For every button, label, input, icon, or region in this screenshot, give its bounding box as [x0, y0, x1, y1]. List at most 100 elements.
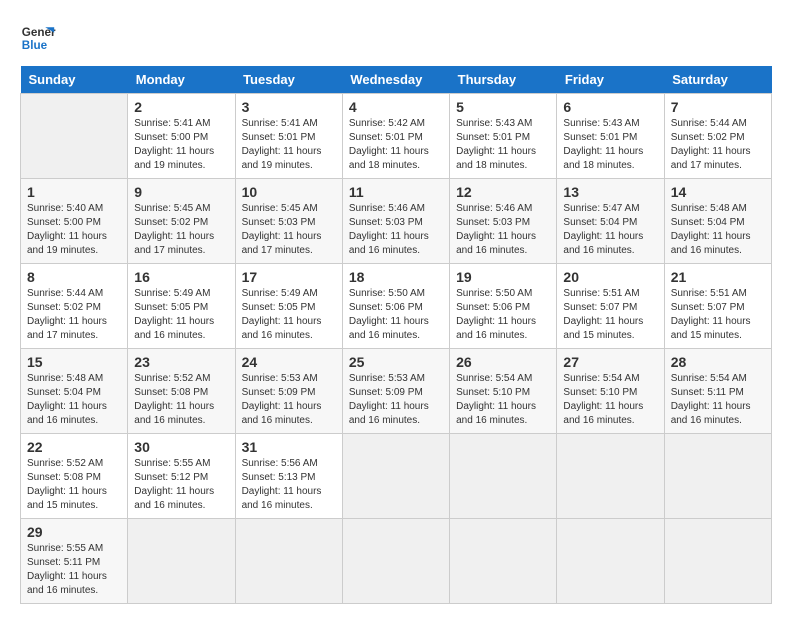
cell-content: Sunrise: 5:40 AM Sunset: 5:00 PM Dayligh… — [27, 202, 121, 258]
sunset: Sunset: 5:04 PM — [563, 217, 637, 228]
calendar-cell: 2 Sunrise: 5:41 AM Sunset: 5:00 PM Dayli… — [128, 94, 235, 179]
calendar-cell: 18 Sunrise: 5:50 AM Sunset: 5:06 PM Dayl… — [342, 264, 449, 349]
calendar-cell: 29 Sunrise: 5:55 AM Sunset: 5:11 PM Dayl… — [21, 519, 128, 604]
sunrise: Sunrise: 5:49 AM — [242, 288, 318, 299]
calendar-cell — [450, 434, 557, 519]
day-number: 23 — [134, 354, 228, 370]
sunrise: Sunrise: 5:41 AM — [134, 118, 210, 129]
sunrise: Sunrise: 5:51 AM — [671, 288, 747, 299]
calendar-cell: 24 Sunrise: 5:53 AM Sunset: 5:09 PM Dayl… — [235, 349, 342, 434]
calendar-cell — [342, 434, 449, 519]
sunrise: Sunrise: 5:43 AM — [563, 118, 639, 129]
daylight: Daylight: 11 hours and 15 minutes. — [563, 316, 643, 341]
day-number: 24 — [242, 354, 336, 370]
day-number: 19 — [456, 269, 550, 285]
cell-content: Sunrise: 5:41 AM Sunset: 5:00 PM Dayligh… — [134, 117, 228, 173]
cell-content: Sunrise: 5:43 AM Sunset: 5:01 PM Dayligh… — [456, 117, 550, 173]
sunset: Sunset: 5:04 PM — [27, 387, 101, 398]
daylight: Daylight: 11 hours and 19 minutes. — [27, 231, 107, 256]
cell-content: Sunrise: 5:45 AM Sunset: 5:03 PM Dayligh… — [242, 202, 336, 258]
daylight: Daylight: 11 hours and 18 minutes. — [563, 146, 643, 171]
day-number: 1 — [27, 184, 121, 200]
sunset: Sunset: 5:07 PM — [671, 302, 745, 313]
day-number: 15 — [27, 354, 121, 370]
sunset: Sunset: 5:10 PM — [563, 387, 637, 398]
day-number: 31 — [242, 439, 336, 455]
day-number: 25 — [349, 354, 443, 370]
sunset: Sunset: 5:05 PM — [242, 302, 316, 313]
day-number: 3 — [242, 99, 336, 115]
day-number: 20 — [563, 269, 657, 285]
day-number: 28 — [671, 354, 765, 370]
calendar-cell: 19 Sunrise: 5:50 AM Sunset: 5:06 PM Dayl… — [450, 264, 557, 349]
sunset: Sunset: 5:11 PM — [671, 387, 744, 398]
calendar-header-row: SundayMondayTuesdayWednesdayThursdayFrid… — [21, 66, 772, 94]
daylight: Daylight: 11 hours and 17 minutes. — [242, 231, 322, 256]
daylight: Daylight: 11 hours and 16 minutes. — [134, 316, 214, 341]
day-of-week-header: Tuesday — [235, 66, 342, 94]
sunrise: Sunrise: 5:44 AM — [671, 118, 747, 129]
sunrise: Sunrise: 5:55 AM — [134, 458, 210, 469]
sunset: Sunset: 5:03 PM — [456, 217, 530, 228]
daylight: Daylight: 11 hours and 16 minutes. — [456, 401, 536, 426]
daylight: Daylight: 11 hours and 15 minutes. — [27, 486, 107, 511]
calendar-row: 29 Sunrise: 5:55 AM Sunset: 5:11 PM Dayl… — [21, 519, 772, 604]
calendar-cell: 16 Sunrise: 5:49 AM Sunset: 5:05 PM Dayl… — [128, 264, 235, 349]
sunset: Sunset: 5:10 PM — [456, 387, 530, 398]
daylight: Daylight: 11 hours and 16 minutes. — [349, 316, 429, 341]
calendar-table: SundayMondayTuesdayWednesdayThursdayFrid… — [20, 66, 772, 604]
sunset: Sunset: 5:06 PM — [349, 302, 423, 313]
cell-content: Sunrise: 5:48 AM Sunset: 5:04 PM Dayligh… — [27, 372, 121, 428]
sunrise: Sunrise: 5:45 AM — [242, 203, 318, 214]
calendar-cell: 12 Sunrise: 5:46 AM Sunset: 5:03 PM Dayl… — [450, 179, 557, 264]
day-number: 12 — [456, 184, 550, 200]
sunset: Sunset: 5:03 PM — [242, 217, 316, 228]
day-number: 18 — [349, 269, 443, 285]
daylight: Daylight: 11 hours and 16 minutes. — [349, 401, 429, 426]
cell-content: Sunrise: 5:53 AM Sunset: 5:09 PM Dayligh… — [349, 372, 443, 428]
sunset: Sunset: 5:01 PM — [563, 132, 637, 143]
sunrise: Sunrise: 5:45 AM — [134, 203, 210, 214]
sunset: Sunset: 5:11 PM — [27, 557, 100, 568]
daylight: Daylight: 11 hours and 16 minutes. — [27, 571, 107, 596]
calendar-cell: 17 Sunrise: 5:49 AM Sunset: 5:05 PM Dayl… — [235, 264, 342, 349]
calendar-cell: 31 Sunrise: 5:56 AM Sunset: 5:13 PM Dayl… — [235, 434, 342, 519]
calendar-row: 15 Sunrise: 5:48 AM Sunset: 5:04 PM Dayl… — [21, 349, 772, 434]
day-number: 13 — [563, 184, 657, 200]
day-number: 16 — [134, 269, 228, 285]
daylight: Daylight: 11 hours and 16 minutes. — [671, 231, 751, 256]
day-number: 27 — [563, 354, 657, 370]
calendar-cell: 1 Sunrise: 5:40 AM Sunset: 5:00 PM Dayli… — [21, 179, 128, 264]
cell-content: Sunrise: 5:47 AM Sunset: 5:04 PM Dayligh… — [563, 202, 657, 258]
day-of-week-header: Wednesday — [342, 66, 449, 94]
calendar-row: 1 Sunrise: 5:40 AM Sunset: 5:00 PM Dayli… — [21, 179, 772, 264]
cell-content: Sunrise: 5:54 AM Sunset: 5:10 PM Dayligh… — [563, 372, 657, 428]
calendar-cell — [557, 519, 664, 604]
sunset: Sunset: 5:08 PM — [27, 472, 101, 483]
sunset: Sunset: 5:02 PM — [134, 217, 208, 228]
day-number: 22 — [27, 439, 121, 455]
daylight: Daylight: 11 hours and 17 minutes. — [671, 146, 751, 171]
calendar-cell — [128, 519, 235, 604]
cell-content: Sunrise: 5:49 AM Sunset: 5:05 PM Dayligh… — [134, 287, 228, 343]
day-number: 7 — [671, 99, 765, 115]
sunset: Sunset: 5:09 PM — [242, 387, 316, 398]
sunrise: Sunrise: 5:40 AM — [27, 203, 103, 214]
cell-content: Sunrise: 5:51 AM Sunset: 5:07 PM Dayligh… — [671, 287, 765, 343]
calendar-cell: 11 Sunrise: 5:46 AM Sunset: 5:03 PM Dayl… — [342, 179, 449, 264]
calendar-cell — [557, 434, 664, 519]
day-number: 30 — [134, 439, 228, 455]
calendar-cell: 23 Sunrise: 5:52 AM Sunset: 5:08 PM Dayl… — [128, 349, 235, 434]
calendar-cell: 14 Sunrise: 5:48 AM Sunset: 5:04 PM Dayl… — [664, 179, 771, 264]
day-number: 6 — [563, 99, 657, 115]
sunset: Sunset: 5:13 PM — [242, 472, 316, 483]
cell-content: Sunrise: 5:48 AM Sunset: 5:04 PM Dayligh… — [671, 202, 765, 258]
cell-content: Sunrise: 5:41 AM Sunset: 5:01 PM Dayligh… — [242, 117, 336, 173]
sunrise: Sunrise: 5:47 AM — [563, 203, 639, 214]
day-number: 26 — [456, 354, 550, 370]
sunrise: Sunrise: 5:42 AM — [349, 118, 425, 129]
cell-content: Sunrise: 5:50 AM Sunset: 5:06 PM Dayligh… — [456, 287, 550, 343]
day-number: 17 — [242, 269, 336, 285]
calendar-cell: 4 Sunrise: 5:42 AM Sunset: 5:01 PM Dayli… — [342, 94, 449, 179]
calendar-cell — [342, 519, 449, 604]
